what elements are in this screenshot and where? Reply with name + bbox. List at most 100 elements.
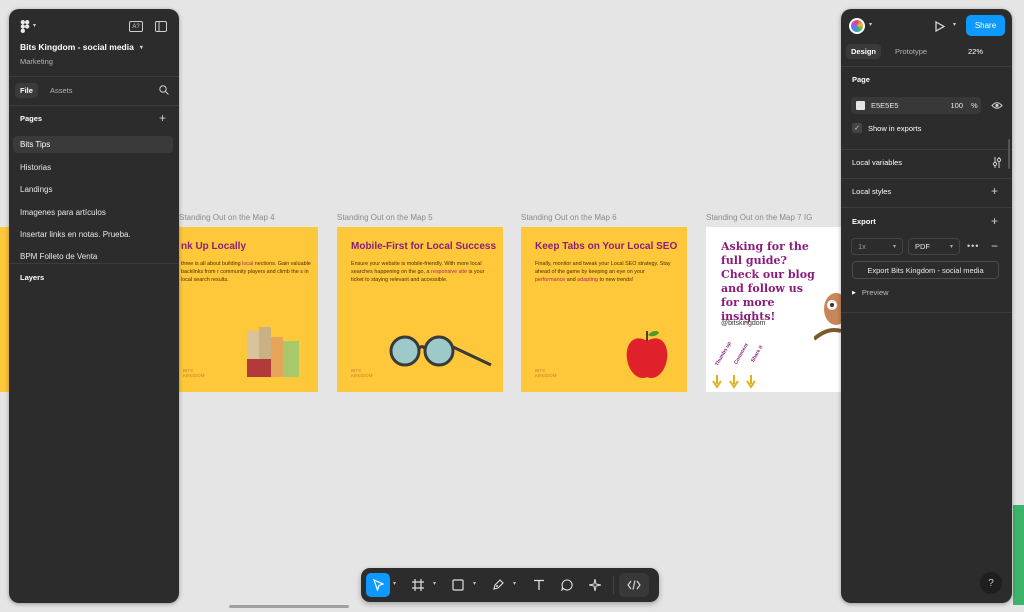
- body-highlight: performance: [535, 277, 566, 283]
- tab-file[interactable]: File: [15, 83, 38, 98]
- zoom-level[interactable]: 22%: [968, 44, 983, 59]
- chevron-down-icon[interactable]: ▾: [433, 580, 436, 587]
- frame-title: nk Up Locally: [181, 241, 247, 252]
- background-color-field[interactable]: E5E5E5 100 %: [851, 97, 981, 114]
- chevron-down-icon: ▾: [949, 244, 953, 250]
- horizontal-scrollbar[interactable]: [229, 605, 349, 608]
- page-item-historias[interactable]: Historias: [13, 159, 173, 176]
- show-in-exports-checkbox[interactable]: ✓: [852, 123, 862, 133]
- chevron-down-icon[interactable]: ▾: [33, 22, 36, 29]
- chevron-down-icon[interactable]: ▾: [869, 21, 872, 28]
- frame-title: Asking for the full guide? Check our blo…: [721, 240, 815, 323]
- color-hex-value[interactable]: E5E5E5: [871, 101, 941, 110]
- text-tool-button[interactable]: [527, 573, 551, 597]
- variables-icon[interactable]: [992, 157, 1002, 168]
- frame-label[interactable]: Standing Out on the Map 7 IG: [706, 213, 812, 222]
- glasses-illustration: [389, 335, 492, 367]
- play-icon[interactable]: [935, 21, 945, 32]
- help-button[interactable]: ?: [980, 572, 1002, 594]
- page-item-landings[interactable]: Landings: [13, 181, 173, 198]
- body-text: Finally, monitor and tweak your Local SE…: [535, 261, 671, 275]
- add-export-icon[interactable]: +: [991, 214, 998, 228]
- move-tool-button[interactable]: [366, 573, 390, 597]
- frame-map-7-ig[interactable]: Asking for the full guide? Check our blo…: [706, 227, 841, 392]
- add-page-icon[interactable]: +: [159, 111, 166, 125]
- add-style-icon[interactable]: +: [991, 184, 998, 198]
- avatar[interactable]: [849, 18, 865, 34]
- divider: [841, 312, 1012, 313]
- export-heading: Export: [852, 217, 876, 226]
- reaction-label: Comment: [733, 342, 750, 366]
- sidebar-toggle-icon[interactable]: [155, 21, 167, 32]
- frame-logo: BITS KINGDOM: [351, 368, 373, 378]
- export-scale-select[interactable]: 1x ▾: [851, 238, 903, 255]
- frame-tool-button[interactable]: [406, 573, 430, 597]
- preview-toggle[interactable]: ▶ Preview: [852, 288, 889, 297]
- toolbar-divider: [613, 576, 614, 594]
- export-format-select[interactable]: PDF ▾: [908, 238, 960, 255]
- frame-label[interactable]: Standing Out on the Map 5: [337, 213, 433, 222]
- opacity-value[interactable]: 100: [941, 101, 963, 110]
- export-button[interactable]: Export Bits Kingdom - social media: [852, 261, 999, 279]
- chevron-down-icon[interactable]: ▾: [473, 580, 476, 587]
- actions-tool-button[interactable]: [583, 573, 607, 597]
- share-button[interactable]: Share: [966, 15, 1005, 36]
- page-item-bits-tips[interactable]: Bits Tips: [13, 136, 173, 153]
- page-item-bpm-folleto[interactable]: BPM Folleto de Venta: [13, 249, 173, 263]
- frame-body: three is all about building local nectio…: [181, 260, 311, 284]
- chevron-down-icon: ▾: [892, 244, 896, 250]
- local-styles-label[interactable]: Local styles: [852, 187, 891, 196]
- figma-logo-icon[interactable]: [20, 20, 30, 33]
- frame-map-6[interactable]: Keep Tabs on Your Local SEO Finally, mon…: [521, 227, 687, 392]
- rectangle-icon: [452, 579, 464, 591]
- pen-tool-button[interactable]: [486, 573, 510, 597]
- shape-tool-button[interactable]: [446, 573, 470, 597]
- divider: [9, 76, 179, 77]
- color-swatch[interactable]: [856, 101, 865, 110]
- chevron-down-icon[interactable]: ▾: [513, 580, 516, 587]
- comment-tool-button[interactable]: [555, 573, 579, 597]
- divider: [841, 178, 1012, 179]
- export-scale-value: 1x: [858, 242, 866, 251]
- dev-mode-button[interactable]: [619, 573, 649, 597]
- frame-label[interactable]: Standing Out on the Map 4: [179, 213, 275, 222]
- body-highlight: adapting: [577, 277, 598, 283]
- local-variables-label[interactable]: Local variables: [852, 158, 902, 167]
- cursor-icon: [372, 579, 384, 591]
- scrollbar[interactable]: [1008, 139, 1010, 169]
- page-item-insertar-links[interactable]: Insertar links en notas. Prueba.: [13, 226, 173, 243]
- frame-body: Ensure your website is mobile-friendly. …: [351, 260, 491, 284]
- body-text: to new trends!: [597, 277, 634, 283]
- divider: [9, 105, 179, 106]
- divider: [841, 66, 1012, 67]
- tab-assets[interactable]: Assets: [50, 83, 73, 98]
- frame-handle: @bitskingdom: [721, 320, 766, 327]
- body-text: three is all about building: [181, 261, 243, 267]
- ai-badge-icon[interactable]: A?: [129, 21, 143, 32]
- chevron-down-icon[interactable]: ▾: [393, 580, 396, 587]
- pen-icon: [493, 579, 504, 590]
- chevron-down-icon[interactable]: ▾: [953, 21, 956, 28]
- page-item-imagenes[interactable]: Imagenes para artículos: [13, 204, 173, 221]
- search-icon[interactable]: [159, 85, 169, 95]
- chevron-right-icon: ▶: [852, 289, 856, 296]
- project-name[interactable]: Marketing: [20, 57, 53, 66]
- frame-logo: BITS KINGDOM: [183, 368, 205, 378]
- frame-map-5[interactable]: Mobile-First for Local Success Ensure yo…: [337, 227, 503, 392]
- file-name[interactable]: Bits Kingdom - social media ▾: [20, 42, 143, 52]
- pages-heading: Pages: [20, 114, 43, 123]
- tab-prototype[interactable]: Prototype: [895, 44, 927, 59]
- eye-icon[interactable]: [991, 101, 1003, 110]
- more-options-icon[interactable]: •••: [967, 241, 979, 251]
- code-icon: [627, 580, 641, 590]
- tab-design[interactable]: Design: [846, 44, 882, 59]
- right-panel: ▾ ▾ Share Design Prototype 22% Page E5E5…: [841, 9, 1012, 603]
- preview-label: Preview: [861, 288, 889, 297]
- reaction-label: Share it: [749, 344, 765, 364]
- frame-map-4[interactable]: nk Up Locally three is all about buildin…: [179, 227, 318, 392]
- frame-label[interactable]: Standing Out on the Map 6: [521, 213, 617, 222]
- remove-export-icon[interactable]: −: [991, 239, 998, 253]
- owl-illustration: [814, 293, 841, 341]
- body-highlight: responsive site: [431, 269, 467, 275]
- layers-heading: Layers: [20, 273, 45, 282]
